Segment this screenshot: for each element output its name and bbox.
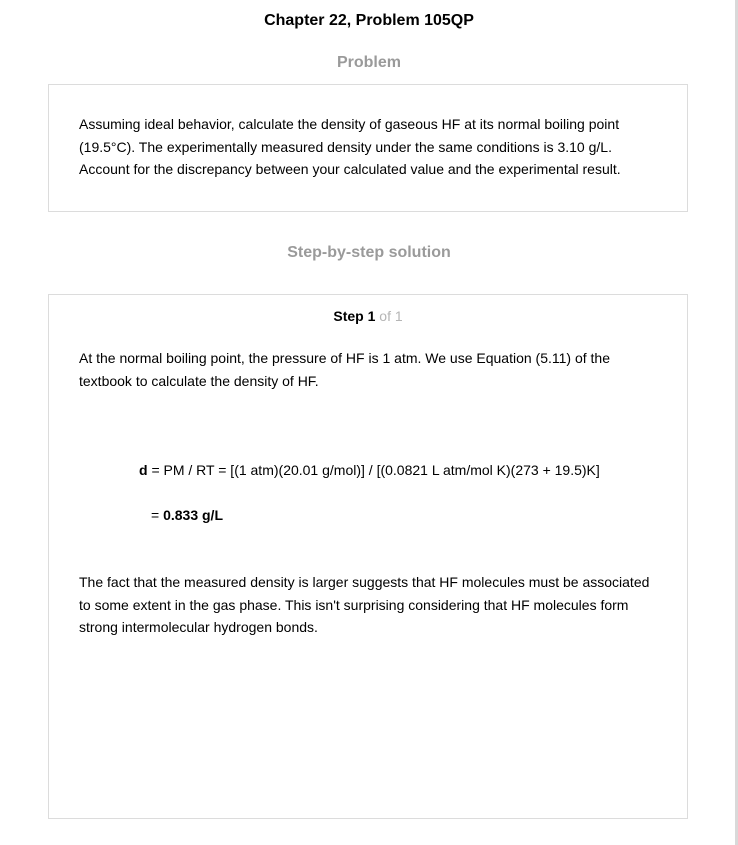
step-indicator: Step 1 of 1 <box>49 308 687 324</box>
solution-intro: At the normal boiling point, the pressur… <box>79 347 669 392</box>
conclusion-line: to some extent in the gas phase. This is… <box>79 596 629 613</box>
equation-result: = 0.833 g/L <box>151 507 223 523</box>
result-prefix: = <box>151 507 164 523</box>
problem-heading: Problem <box>336 54 401 71</box>
solution-conclusion: The fact that the measured density is la… <box>79 571 669 639</box>
step-total: of 1 <box>379 308 403 324</box>
result-value: 0.833 g/L <box>163 507 223 523</box>
density-equation: d = PM / RT = [(1 atm)(20.01 g/mol)] / [… <box>139 462 600 478</box>
page-title: Chapter 22, Problem 105QP <box>264 12 474 29</box>
problem-line: Assuming ideal behavior, calculate the d… <box>79 116 620 132</box>
equation-expression: = PM / RT = [(1 atm)(20.01 g/mol)] / [(0… <box>147 462 600 478</box>
equation-variable: d <box>139 462 148 478</box>
intro-line: At the normal boiling point, the pressur… <box>79 350 610 366</box>
problem-text: Assuming ideal behavior, calculate the d… <box>79 113 669 181</box>
problem-line: Account for the discrepancy between your… <box>79 161 621 177</box>
conclusion-line: The fact that the measured density is la… <box>79 574 650 590</box>
problem-box: Assuming ideal behavior, calculate the d… <box>48 84 688 212</box>
solution-box: Step 1 of 1 At the normal boiling point,… <box>48 294 688 819</box>
conclusion-line: strong intermolecular hydrogen bonds. <box>79 619 318 635</box>
step-number: 1 <box>367 308 376 324</box>
intro-line: textbook to calculate the density of HF. <box>79 372 319 389</box>
problem-line: (19.5°C). The experimentally measured de… <box>79 138 612 155</box>
solution-heading: Step-by-step solution <box>287 244 451 261</box>
step-word: Step <box>333 308 364 324</box>
